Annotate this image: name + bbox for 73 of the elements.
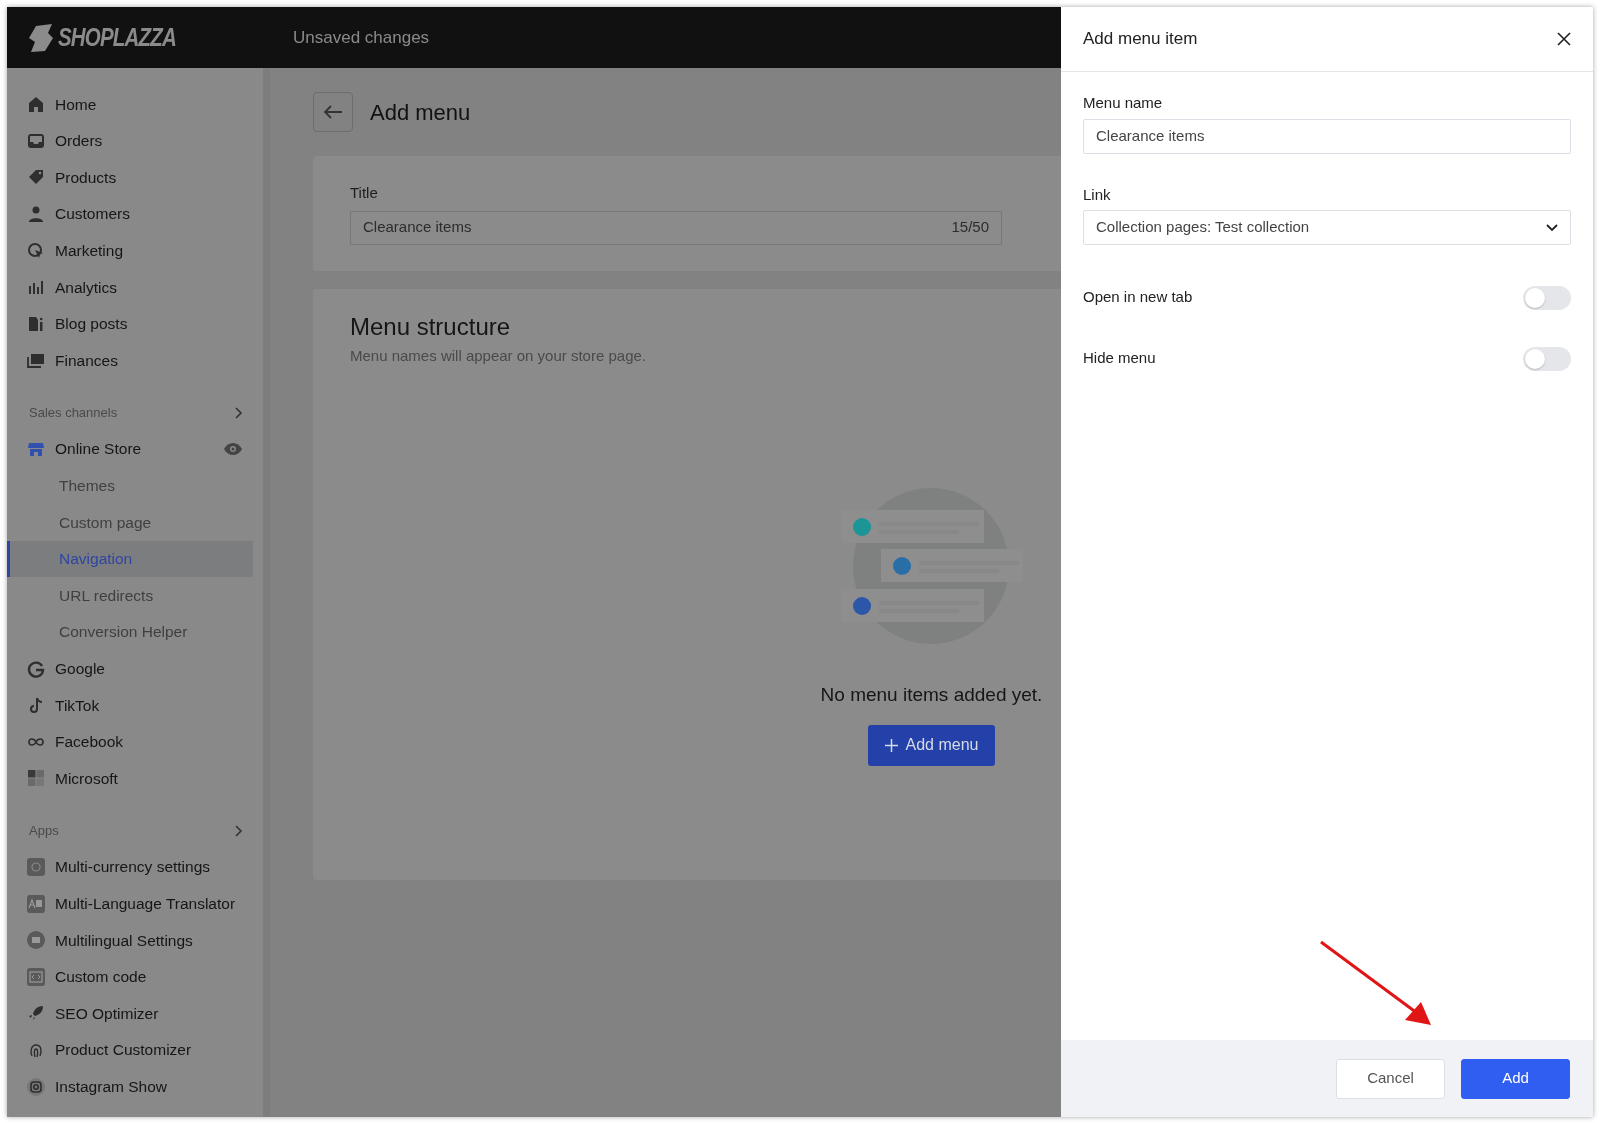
chevron-right-icon[interactable]	[235, 824, 243, 837]
sidebar-item[interactable]: Facebook	[7, 723, 263, 761]
sidebar-item[interactable]: Conversion Helper	[7, 613, 263, 651]
field-label: Title	[350, 183, 378, 203]
document-icon	[27, 314, 45, 333]
inbox-icon	[27, 131, 45, 150]
drawer-title: Add menu item	[1083, 28, 1198, 51]
section-heading: Menu structure	[350, 311, 511, 342]
section-heading: Sales channels	[29, 404, 118, 422]
title-input-field[interactable]: Clearance items 15/50	[350, 210, 1002, 245]
eye-icon[interactable]	[223, 442, 243, 457]
sidebar-item[interactable]: Blog posts	[7, 305, 263, 343]
logo-icon	[28, 23, 54, 52]
toggle-switch[interactable]	[1523, 346, 1571, 371]
sidebar-item[interactable]: Multi-currency settings	[7, 848, 263, 886]
arrow-left-icon	[323, 104, 343, 120]
letter-g-icon	[27, 659, 45, 678]
plus-icon	[884, 738, 898, 752]
sidebar-item[interactable]: Custom code	[7, 958, 263, 996]
app-tile-icon	[27, 858, 45, 876]
sidebar-item[interactable]: Google	[7, 650, 263, 687]
translate-circle-icon	[27, 931, 45, 950]
sidebar-item[interactable]: Online Store	[7, 430, 263, 468]
toggle-label: Hide menu	[1083, 348, 1156, 369]
translate-icon	[27, 894, 45, 913]
add-button[interactable]: Add	[1461, 1058, 1570, 1099]
chevron-right-icon[interactable]	[235, 406, 243, 419]
unsaved-changes-label: Unsaved changes	[293, 26, 430, 49]
empty-state-message: No menu items added yet.	[820, 683, 1043, 707]
sidebar-item[interactable]: Analytics	[7, 268, 263, 306]
storefront-icon	[27, 440, 45, 459]
home-icon	[27, 95, 45, 114]
sidebar-item[interactable]: Product Customizer	[7, 1031, 263, 1069]
person-icon	[27, 205, 45, 224]
sidebar-item[interactable]: Home	[7, 86, 263, 123]
field-label: Link	[1083, 184, 1111, 205]
add-menu-button[interactable]: Add menu	[867, 724, 996, 766]
cash-icon	[27, 351, 45, 370]
rocket-icon	[27, 1004, 45, 1023]
chevron-down-icon	[1546, 223, 1558, 232]
grid-icon	[27, 769, 45, 788]
link-select-field[interactable]: Collection pages: Test collection	[1083, 210, 1571, 245]
toggle-switch[interactable]	[1523, 285, 1571, 310]
page-title: Add menu	[370, 98, 471, 127]
close-button[interactable]	[1557, 32, 1571, 46]
sidebar-item[interactable]: Custom page	[7, 503, 263, 541]
sidebar-item[interactable]: Microsoft	[7, 760, 263, 797]
sidebar-item[interactable]: Multilingual Settings	[7, 921, 263, 959]
section-heading: Apps	[29, 821, 59, 840]
sidebar-item[interactable]: TikTok	[7, 686, 263, 724]
back-button[interactable]	[313, 92, 353, 132]
sidebar-item[interactable]: Orders	[7, 122, 263, 160]
toggle-label: Open in new tab	[1083, 287, 1193, 308]
code-window-icon	[27, 967, 45, 986]
sidebar-item[interactable]: Multi-Language Translator	[7, 885, 263, 922]
bar-chart-icon	[27, 278, 45, 297]
sidebar-item[interactable]: SEO Optimizer	[7, 995, 263, 1032]
logo-wordmark: SHOPLAZZA	[58, 21, 176, 53]
sidebar-item[interactable]: URL redirects	[7, 577, 263, 614]
sidebar-item[interactable]: Themes	[7, 467, 263, 504]
sidebar-item[interactable]: Instagram Show	[7, 1068, 263, 1105]
field-label: Menu name	[1083, 93, 1163, 113]
sidebar-item[interactable]: Products	[7, 159, 263, 196]
sidebar-item[interactable]: Customers	[7, 195, 263, 233]
menu-name-input-field[interactable]: Clearance items	[1083, 118, 1571, 154]
sidebar-item[interactable]: Marketing	[7, 232, 263, 269]
tag-icon	[27, 168, 45, 187]
target-icon	[27, 241, 45, 260]
music-note-icon	[27, 696, 45, 715]
section-description: Menu names will appear on your store page.	[350, 345, 646, 366]
sidebar-item[interactable]: Finances	[7, 342, 263, 379]
camera-icon	[27, 1077, 45, 1096]
cancel-button[interactable]: Cancel	[1336, 1058, 1445, 1099]
